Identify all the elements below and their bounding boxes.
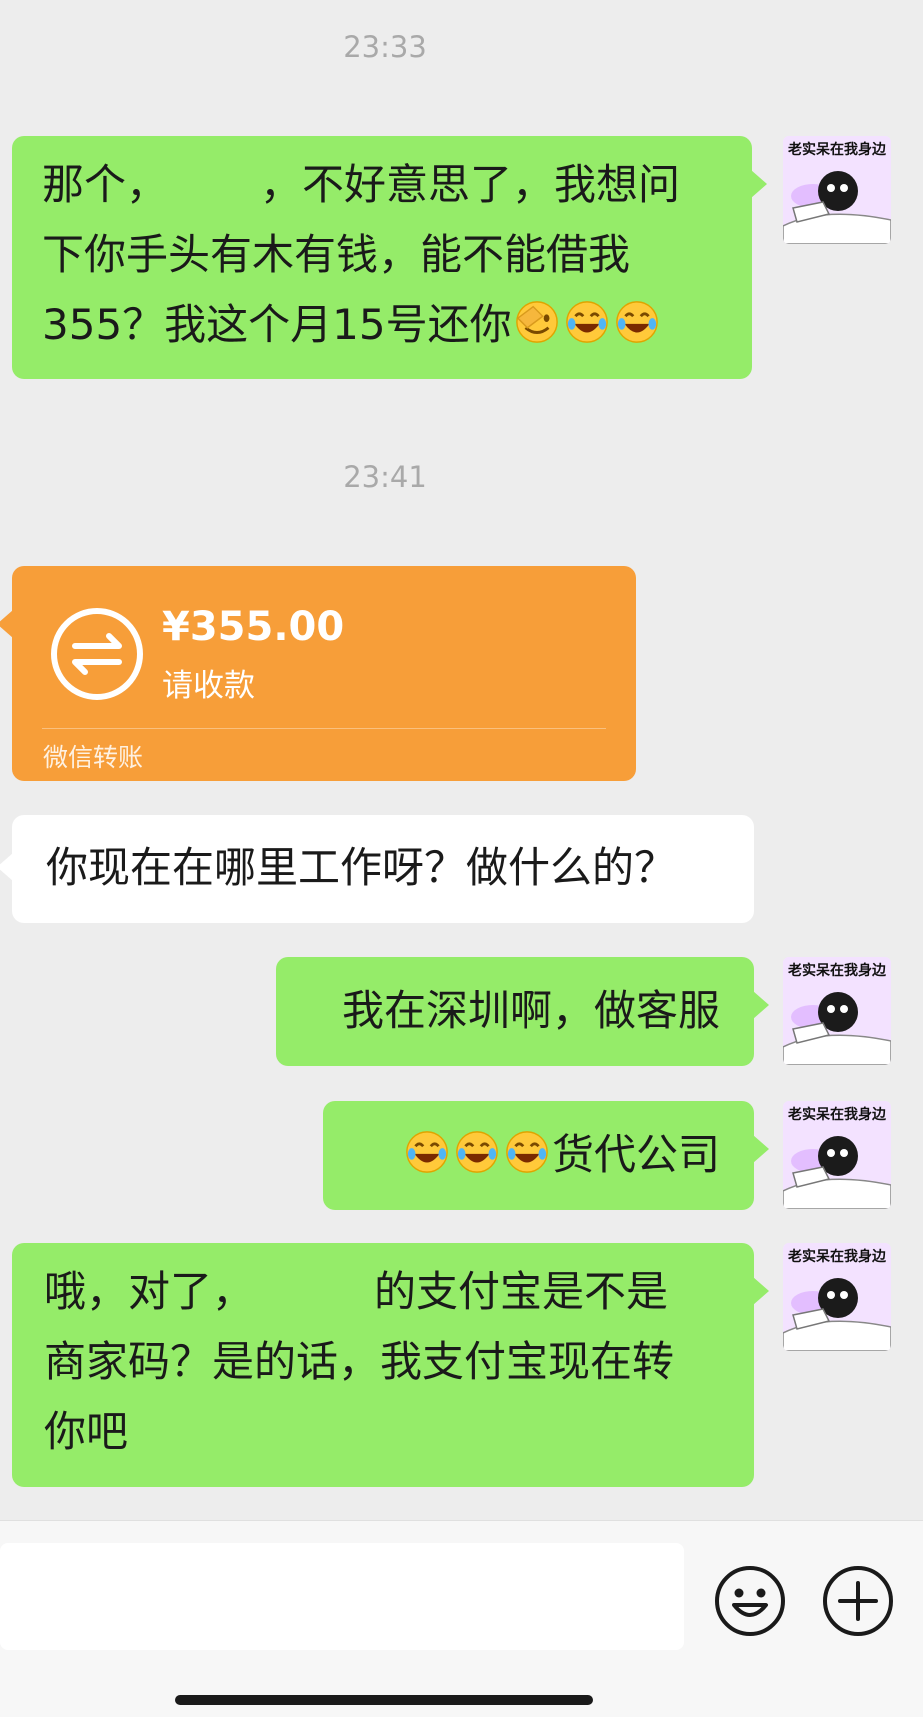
message-text: 哦，对了，: [44, 1267, 255, 1316]
avatar-caption: 老实呆在我身边: [788, 1249, 886, 1265]
message-line: 355？我这个月15号还你: [42, 290, 722, 360]
avatar[interactable]: 老实呆在我身边: [783, 1101, 891, 1209]
divider: [42, 728, 606, 729]
avatar[interactable]: 老实呆在我身边: [783, 957, 891, 1065]
message-text: 那个，: [42, 160, 169, 209]
tears-of-joy-emoji-icon: [406, 1131, 448, 1173]
transfer-card[interactable]: ¥355.00 请收款 微信转账: [0, 566, 636, 781]
sent-message-bubble[interactable]: 那个， ，不好意思了，我想问 下你手头有木有钱，能不能借我 355？我这个月15号…: [12, 136, 767, 379]
chat-screen: 23:33 那个， ，不好意思了，我想问 下你手头有木有钱，能不能借我 355？我…: [0, 0, 923, 1717]
avatar[interactable]: 老实呆在我身边: [783, 1243, 891, 1351]
message-text: 355？我这个月15号还你: [42, 300, 512, 349]
timestamp: 23:41: [343, 460, 427, 494]
avatar-caption: 老实呆在我身边: [788, 1107, 886, 1123]
message-text: 你吧: [44, 1407, 129, 1456]
message-line: 那个， ，不好意思了，我想问: [42, 150, 722, 220]
avatar-caption: 老实呆在我身边: [788, 142, 886, 158]
transfer-status: 请收款: [162, 668, 255, 704]
transfer-arrows-icon: [51, 608, 143, 700]
sent-message-bubble[interactable]: 货代公司: [323, 1101, 769, 1210]
message-text: 我在深圳啊，做客服: [341, 986, 720, 1035]
avatar[interactable]: 老实呆在我身边: [783, 136, 891, 244]
message-text: 下你手头有木有钱，能不能借我: [42, 230, 631, 279]
message-input[interactable]: [0, 1543, 684, 1650]
message-line: 你吧: [44, 1397, 722, 1467]
sent-message-bubble[interactable]: 哦，对了， 的支付宝是不是 商家码？是的话，我支付宝现在转 你吧: [12, 1243, 769, 1487]
home-indicator: [175, 1695, 593, 1705]
message-text: 的支付宝是不是: [374, 1267, 669, 1316]
message-line: 商家码？是的话，我支付宝现在转: [44, 1327, 722, 1397]
timestamp: 23:33: [343, 30, 427, 64]
tears-of-joy-emoji-icon: [456, 1131, 498, 1173]
smiley-icon[interactable]: [712, 1563, 788, 1639]
message-line: 哦，对了， 的支付宝是不是: [44, 1257, 722, 1327]
message-text: ，不好意思了，我想问: [260, 160, 681, 209]
message-text: 货代公司: [551, 1130, 720, 1179]
tears-of-joy-emoji-icon: [506, 1131, 548, 1173]
facepalm-emoji-icon: [515, 301, 558, 343]
avatar-caption: 老实呆在我身边: [788, 963, 886, 979]
plus-icon[interactable]: [820, 1563, 896, 1639]
transfer-footer: 微信转账: [43, 743, 144, 772]
transfer-amount: ¥355.00: [162, 604, 345, 650]
message-text: 商家码？是的话，我支付宝现在转: [44, 1337, 675, 1386]
message-line: 下你手头有木有钱，能不能借我: [42, 220, 722, 290]
chat-input-bar: [0, 1520, 923, 1717]
message-text: 你现在在哪里工作呀？做什么的？: [46, 843, 677, 892]
sent-message-bubble[interactable]: 我在深圳啊，做客服: [276, 957, 769, 1066]
tears-of-joy-emoji-icon: [615, 301, 658, 343]
received-message-bubble[interactable]: 你现在在哪里工作呀？做什么的？: [0, 815, 754, 923]
tears-of-joy-emoji-icon: [565, 301, 608, 343]
